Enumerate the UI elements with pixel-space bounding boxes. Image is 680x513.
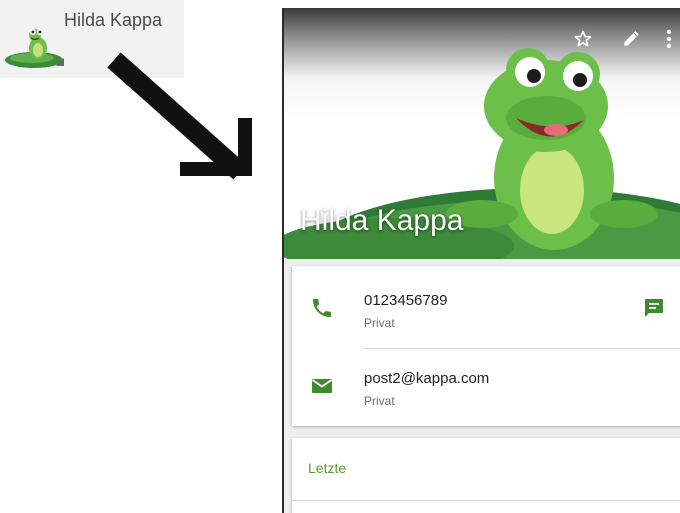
recent-card: Letzte — [292, 438, 680, 513]
phone-icon — [313, 299, 331, 317]
recent-divider — [292, 500, 680, 501]
contact-detail-screen: Hilda Kappa 0123456789 Privat post2@kapp… — [282, 8, 680, 513]
message-icon[interactable] — [642, 296, 666, 320]
pencil-icon[interactable] — [618, 26, 644, 52]
email-label: Privat — [364, 394, 395, 408]
phone-number: 0123456789 — [364, 292, 448, 309]
contact-name-title: Hilda Kappa — [300, 204, 464, 237]
frog-avatar — [5, 29, 64, 68]
more-vert-icon[interactable] — [660, 26, 678, 52]
star-outline-icon[interactable] — [570, 26, 596, 52]
contact-info-card: 0123456789 Privat post2@kappa.com Privat — [292, 266, 680, 426]
phone-label: Privat — [364, 316, 395, 330]
row-divider — [364, 348, 680, 349]
email-address: post2@kappa.com — [364, 370, 490, 387]
contact-header: Hilda Kappa — [284, 8, 680, 259]
contact-list-name: Hilda Kappa — [64, 10, 163, 30]
email-icon — [311, 379, 333, 393]
recent-title: Letzte — [308, 460, 347, 476]
arrow-down-right-icon — [107, 52, 252, 180]
